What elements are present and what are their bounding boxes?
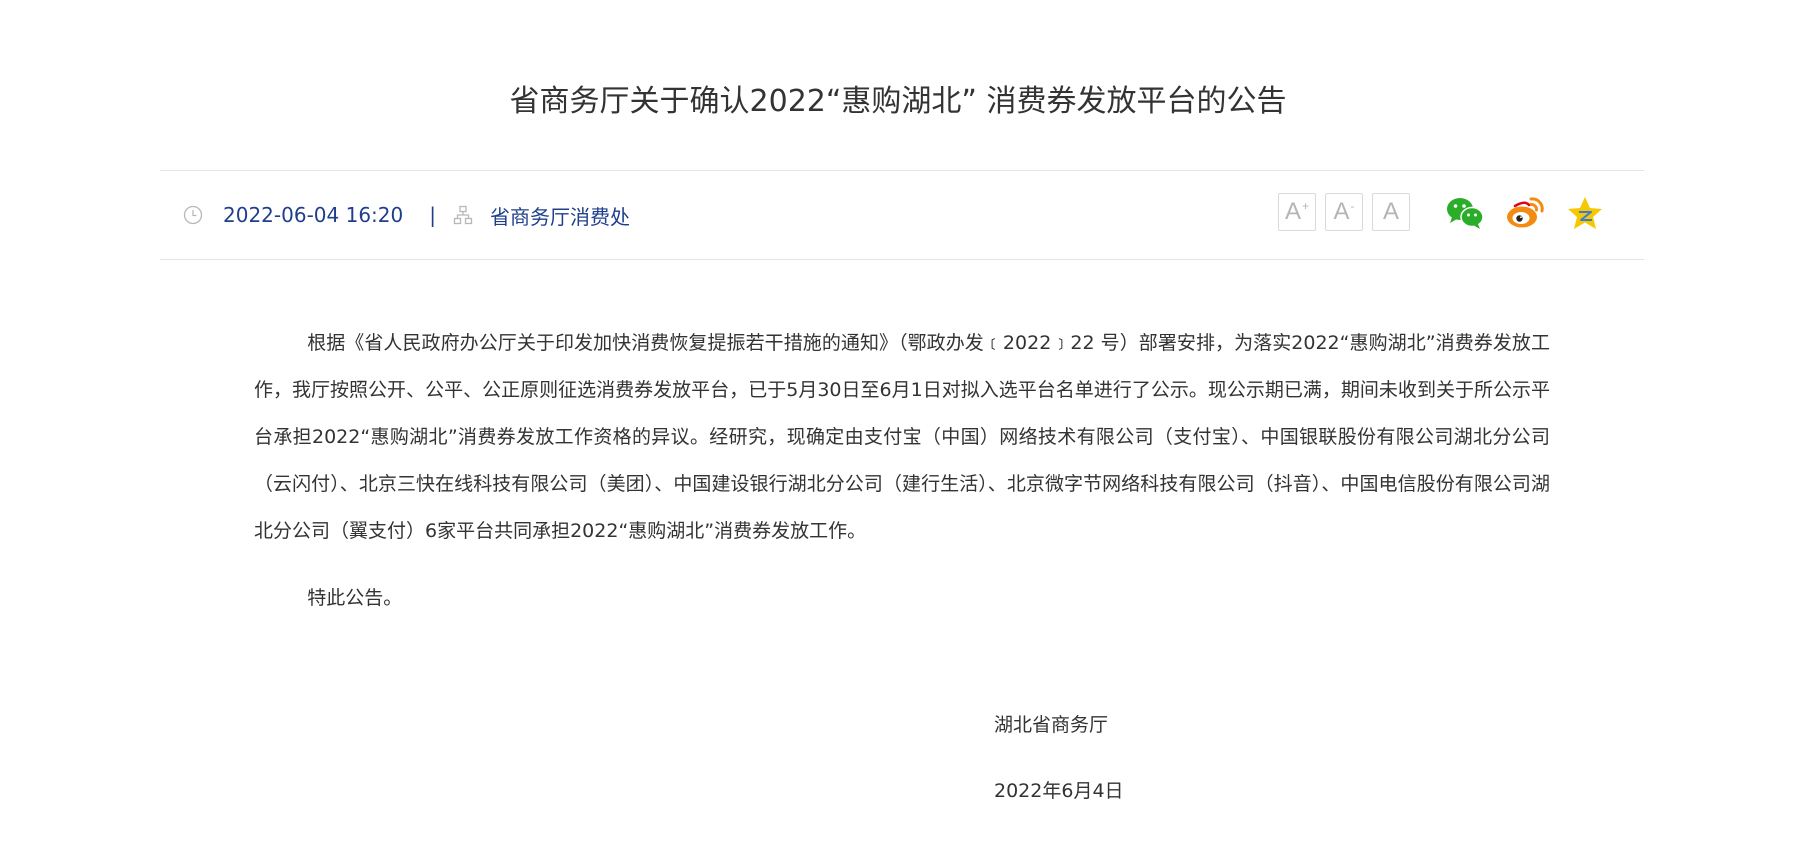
font-decrease-label: A	[1333, 198, 1350, 225]
font-reset-label: A	[1382, 198, 1399, 225]
body-paragraph: 根据《省人民政府办公厅关于印发加快消费恢复提振若干措施的通知》（鄂政办发﹝202…	[254, 332, 1550, 542]
meta-separator: |	[429, 203, 436, 227]
clock-icon	[182, 204, 204, 226]
publish-date: 2022-06-04 16:20	[223, 203, 404, 227]
page-title: 省商务厅关于确认2022“惠购湖北” 消费券发放平台的公告	[509, 84, 1287, 119]
article-page: 省商务厅关于确认2022“惠购湖北” 消费券发放平台的公告 2022-06-04…	[0, 0, 1818, 847]
font-decrease-mark: -	[1350, 199, 1355, 213]
font-increase-button[interactable]: A +	[1278, 193, 1316, 231]
wechat-icon[interactable]	[1445, 193, 1485, 233]
qzone-icon[interactable]	[1565, 193, 1605, 233]
closing-paragraph: 特此公告。	[307, 587, 403, 609]
sitemap-icon	[452, 204, 474, 226]
article-body: 根据《省人民政府办公厅关于印发加快消费恢复提振若干措施的通知》（鄂政办发﹝202…	[254, 320, 1550, 622]
font-increase-mark: +	[1302, 199, 1310, 213]
article-source: 省商务厅消费处	[489, 204, 630, 229]
share-tools	[1445, 193, 1605, 233]
font-size-tools: A + A- A	[1278, 193, 1410, 231]
signature-date: 2022年6月4日	[994, 780, 1124, 802]
font-decrease-button[interactable]: A-	[1325, 193, 1363, 231]
signature-org: 湖北省商务厅	[994, 714, 1109, 736]
weibo-icon[interactable]	[1505, 193, 1545, 233]
font-increase-label: A	[1284, 198, 1301, 225]
font-reset-button[interactable]: A	[1372, 193, 1410, 231]
article-meta-bar: 2022-06-04 16:20 | 省商务厅消费处 A + A- A	[160, 170, 1644, 260]
article-meta: 2022-06-04 16:20 | 省商务厅消费处	[182, 201, 630, 229]
